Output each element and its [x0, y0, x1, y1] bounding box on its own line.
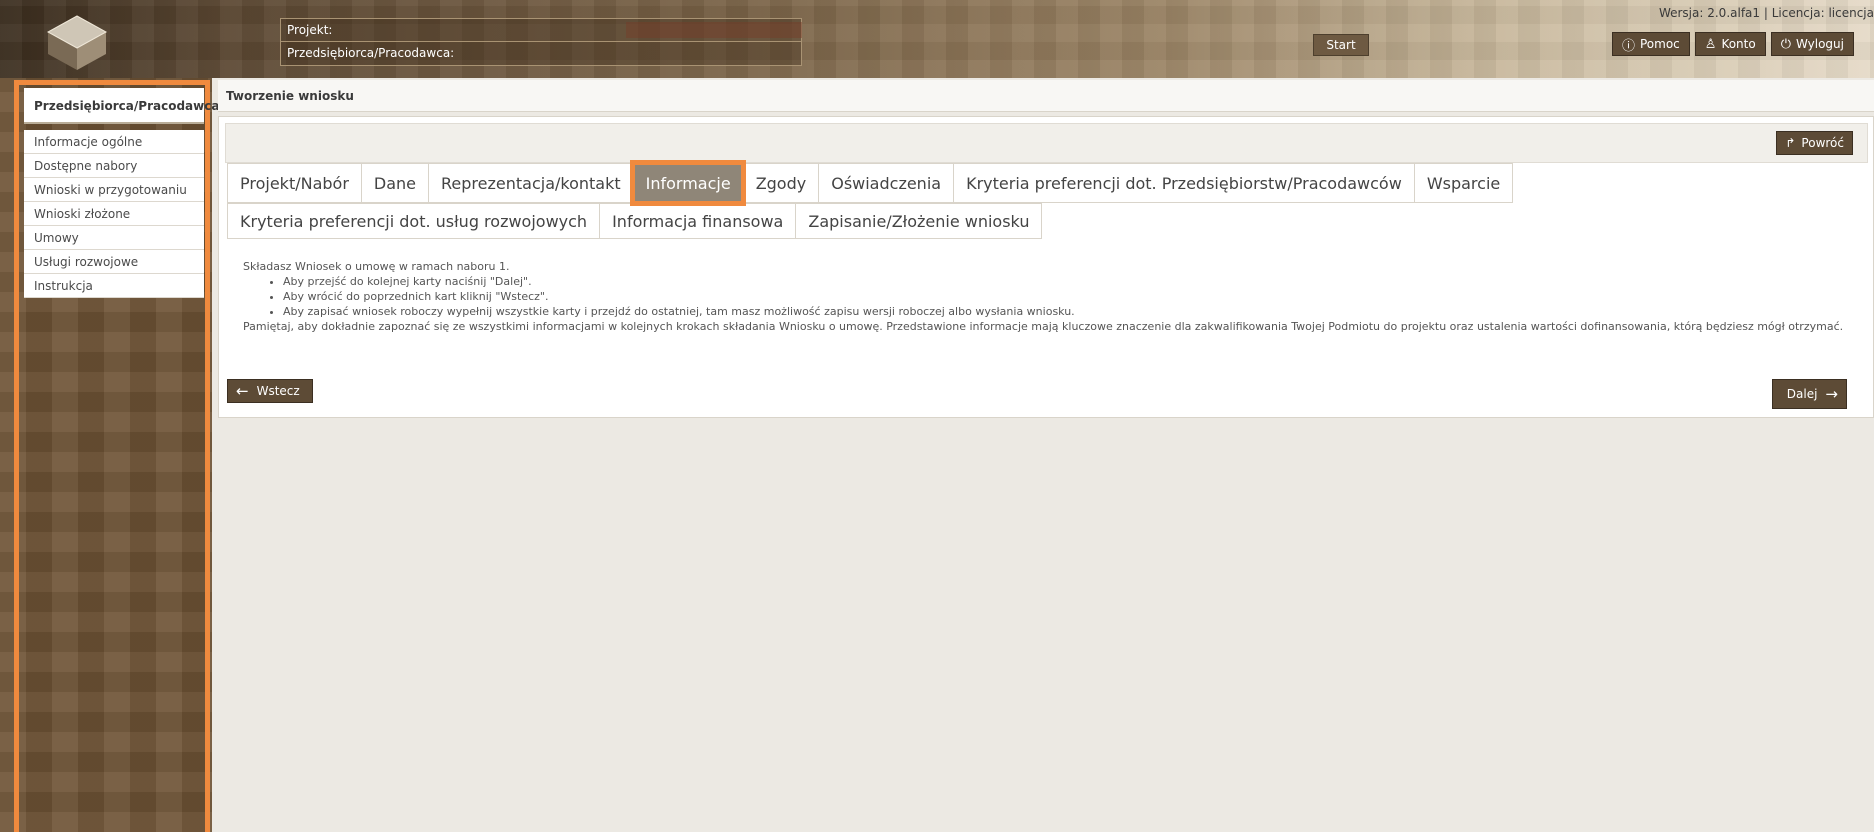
tabs-row-1: Projekt/Nabór Dane Reprezentacja/kontakt…	[227, 160, 1514, 206]
tab-service-criteria[interactable]: Kryteria preferencji dot. usług rozwojow…	[227, 203, 600, 239]
sidebar-item-submitted[interactable]: Wnioski złożone	[24, 202, 204, 226]
tab-declarations[interactable]: Oświadczenia	[818, 163, 954, 203]
sidebar-item-instructions[interactable]: Instrukcja	[24, 274, 204, 298]
info-note: Pamiętaj, aby dokładnie zapoznać się ze …	[243, 320, 1844, 333]
back-label: Powróć	[1801, 136, 1844, 150]
prev-label: Wstecz	[256, 384, 300, 398]
info-bullet: Aby przejść do kolejnej karty naciśnij "…	[283, 274, 1863, 289]
card-toolbar: ↱ Powróć	[225, 123, 1868, 163]
application-card: ↱ Powróć Projekt/Nabór Dane Reprezentacj…	[218, 116, 1874, 418]
project-label: Projekt:	[287, 23, 333, 37]
arrow-right-icon: →	[1825, 385, 1838, 403]
tab-data[interactable]: Dane	[360, 163, 429, 203]
sidebar-item-development-services[interactable]: Usługi rozwojowe	[24, 250, 204, 274]
sidebar-item-contracts[interactable]: Umowy	[24, 226, 204, 250]
sidebar-item-general-info[interactable]: Informacje ogólne	[24, 130, 204, 154]
sidebar-item-available-calls[interactable]: Dostępne nabory	[24, 154, 204, 178]
return-arrow-icon: ↱	[1785, 136, 1796, 150]
sidebar-title: Przedsiębiorca/Pracodawca	[24, 88, 219, 124]
top-header: Projekt: Przedsiębiorca/Pracodawca: Star…	[0, 0, 1874, 78]
start-button[interactable]: Start	[1313, 34, 1369, 56]
version-text: Wersja: 2.0.alfa1 | Licencja: licencja	[1658, 6, 1874, 20]
info-bullets: Aby przejść do kolejnej karty naciśnij "…	[243, 274, 1863, 319]
next-button[interactable]: Dalej →	[1771, 379, 1847, 409]
help-label: Pomoc	[1640, 37, 1680, 51]
arrow-left-icon: ←	[236, 382, 249, 400]
back-button[interactable]: ↱ Powróć	[1776, 131, 1853, 155]
tab-employer-criteria[interactable]: Kryteria preferencji dot. Przedsiębiorst…	[953, 163, 1414, 203]
tab-support[interactable]: Wsparcie	[1413, 163, 1514, 203]
help-button[interactable]: ⓘ Pomoc	[1611, 32, 1690, 56]
power-icon: ⏻	[1780, 36, 1791, 52]
account-label: Konto	[1721, 37, 1756, 51]
prev-button[interactable]: ← Wstecz	[227, 379, 313, 403]
user-icon: ♙	[1704, 36, 1717, 52]
tab-financial-info[interactable]: Informacja finansowa	[599, 203, 796, 239]
employer-row: Przedsiębiorca/Pracodawca:	[281, 42, 801, 65]
employer-label: Przedsiębiorca/Pracodawca:	[287, 46, 455, 60]
tab-save-submit[interactable]: Zapisanie/Złożenie wniosku	[795, 203, 1043, 239]
info-text-block: Składasz Wniosek o umowę w ramach naboru…	[243, 259, 1863, 334]
tab-project[interactable]: Projekt/Nabór	[227, 163, 361, 203]
top-buttons: ⓘ Pomoc ♙ Konto ⏻ Wyloguj	[1611, 32, 1854, 56]
info-intro: Składasz Wniosek o umowę w ramach naboru…	[243, 260, 510, 273]
sidebar-item-drafts[interactable]: Wnioski w przygotowaniu	[24, 178, 204, 202]
tab-information[interactable]: Informacje	[629, 160, 746, 206]
app-logo	[46, 15, 108, 70]
tabs-row-2: Kryteria preferencji dot. usług rozwojow…	[227, 203, 1043, 239]
project-info-box: Projekt: Przedsiębiorca/Pracodawca:	[280, 18, 802, 66]
sidebar-menu: Informacje ogólne Dostępne nabory Wniosk…	[24, 130, 204, 298]
info-bullet: Aby wrócić do poprzednich kart kliknij "…	[283, 289, 1863, 304]
logout-button[interactable]: ⏻ Wyloguj	[1770, 32, 1854, 56]
sidebar: Przedsiębiorca/Pracodawca Informacje ogó…	[0, 78, 219, 832]
project-row: Projekt:	[281, 19, 802, 42]
project-value-redacted	[626, 22, 802, 38]
info-icon: ⓘ	[1621, 38, 1635, 54]
next-label: Dalej	[1786, 387, 1818, 401]
tab-representation[interactable]: Reprezentacja/kontakt	[428, 163, 633, 203]
logout-label: Wyloguj	[1796, 37, 1844, 51]
account-button[interactable]: ♙ Konto	[1694, 32, 1766, 56]
page-title: Tworzenie wniosku	[218, 80, 1874, 112]
tab-consents[interactable]: Zgody	[742, 163, 819, 203]
info-bullet: Aby zapisać wniosek roboczy wypełnij wsz…	[283, 304, 1863, 319]
